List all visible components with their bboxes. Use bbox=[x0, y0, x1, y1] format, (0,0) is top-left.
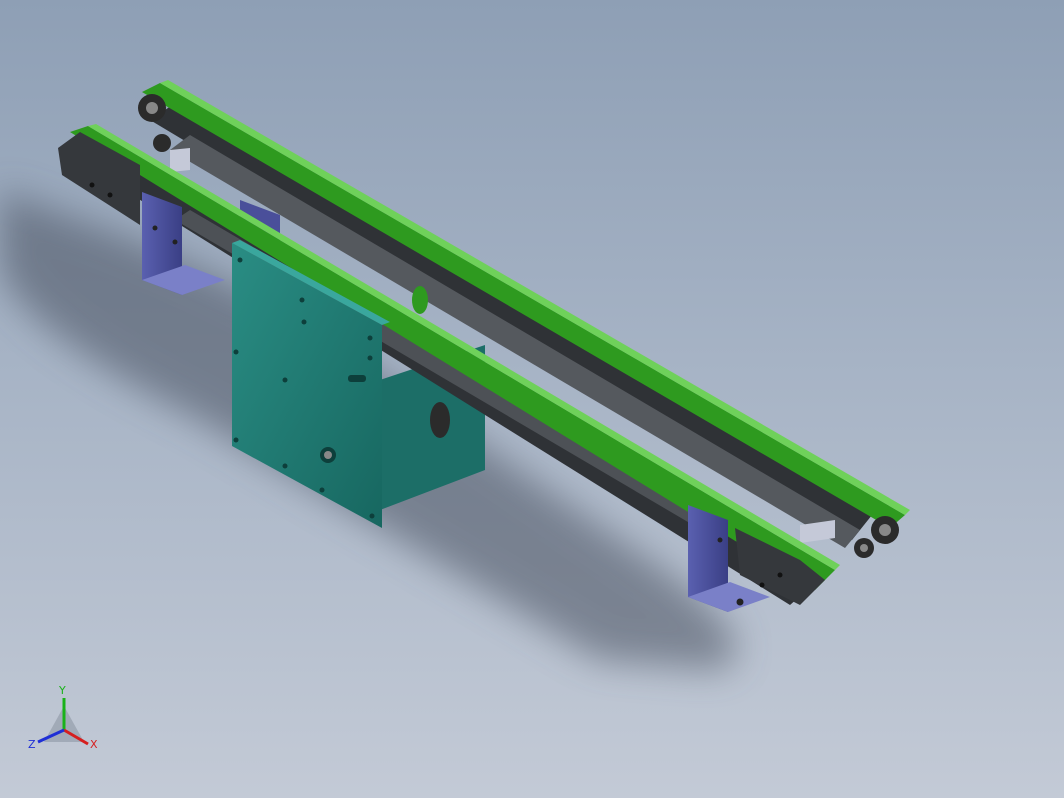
back-idler-right-hub bbox=[860, 544, 868, 552]
drive-pulley-belt bbox=[412, 286, 428, 314]
x-axis-label: X bbox=[90, 738, 98, 751]
bracket-hole bbox=[736, 598, 744, 606]
back-pulley-left-hub bbox=[146, 102, 158, 114]
bracket-hole bbox=[172, 239, 178, 245]
plate-hole bbox=[319, 487, 325, 493]
cad-viewport[interactable]: Y X Z bbox=[0, 0, 1064, 798]
plate-hole bbox=[299, 297, 305, 303]
plate-hole bbox=[367, 355, 373, 361]
z-axis-label: Z bbox=[28, 738, 36, 751]
front-plate-hole bbox=[777, 572, 783, 578]
plate-slot bbox=[348, 375, 366, 382]
bracket-hole bbox=[717, 537, 723, 543]
front-plate-hole bbox=[759, 582, 765, 588]
bracket-hole bbox=[152, 225, 158, 231]
triad-graphic bbox=[37, 698, 89, 746]
shaft-left bbox=[170, 148, 190, 172]
plate-hole bbox=[233, 437, 239, 443]
coordinate-triad: Y X Z bbox=[24, 680, 114, 760]
drive-pulley[interactable] bbox=[430, 402, 450, 438]
back-idler-left bbox=[153, 134, 171, 152]
y-axis-label: Y bbox=[59, 684, 66, 697]
front-plate-hole bbox=[107, 192, 113, 198]
motor-mount-plate[interactable] bbox=[232, 240, 390, 528]
plate-hole bbox=[367, 335, 373, 341]
plate-hole bbox=[282, 463, 288, 469]
back-pulley-right-hub bbox=[879, 524, 891, 536]
plate-hole bbox=[301, 319, 307, 325]
plate-hole bbox=[282, 377, 288, 383]
motor-shaft-bore-inner bbox=[324, 451, 332, 459]
plate-hole bbox=[369, 513, 375, 519]
front-plate-hole bbox=[89, 182, 95, 188]
plate-hole bbox=[237, 257, 243, 263]
conveyor-model[interactable] bbox=[0, 0, 1064, 798]
plate-hole bbox=[233, 349, 239, 355]
